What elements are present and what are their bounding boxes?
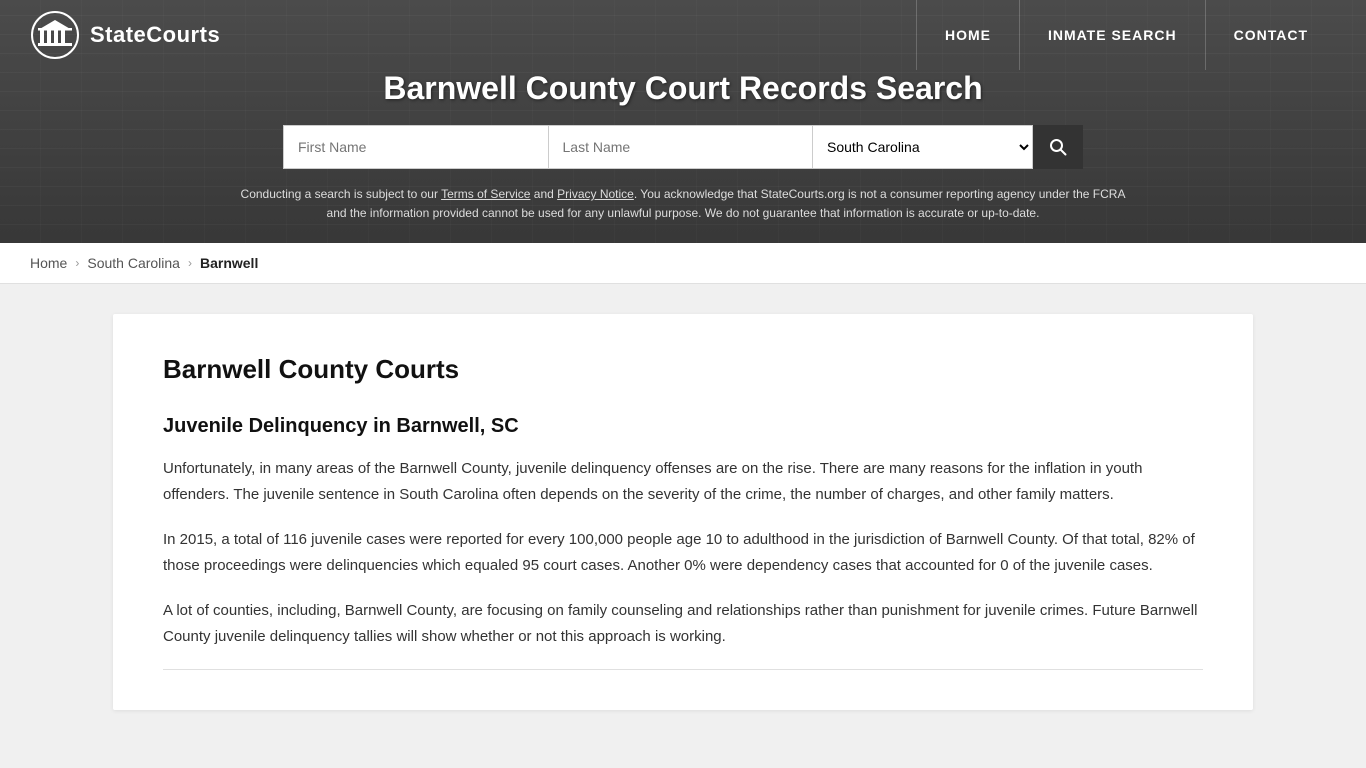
breadcrumb-sep-1: ›: [75, 256, 79, 270]
breadcrumb-home[interactable]: Home: [30, 255, 67, 271]
breadcrumb-county: Barnwell: [200, 255, 258, 271]
search-button[interactable]: [1033, 125, 1083, 169]
header-content: Barnwell County Court Records Search Sel…: [0, 70, 1366, 243]
section-para-3: A lot of counties, including, Barnwell C…: [163, 598, 1203, 649]
search-icon: [1049, 138, 1067, 156]
state-select[interactable]: Select State Alabama Alaska Arizona Arka…: [813, 125, 1033, 169]
navigation: StateCourts HOME INMATE SEARCH CONTACT: [0, 0, 1366, 70]
logo-text: StateCourts: [90, 22, 220, 48]
section-heading-1: Juvenile Delinquency in Barnwell, SC: [163, 415, 1203, 438]
content-card: Barnwell County Courts Juvenile Delinque…: [113, 314, 1253, 710]
nav-contact[interactable]: CONTACT: [1205, 0, 1336, 70]
breadcrumb-state[interactable]: South Carolina: [87, 255, 180, 271]
content-divider: [163, 669, 1203, 670]
logo-icon: [30, 10, 80, 60]
nav-home[interactable]: HOME: [916, 0, 1019, 70]
logo-link[interactable]: StateCourts: [30, 10, 220, 60]
last-name-input[interactable]: [548, 125, 814, 169]
page-heading: Barnwell County Court Records Search: [20, 70, 1346, 107]
section-para-1: Unfortunately, in many areas of the Barn…: [163, 456, 1203, 507]
search-form: Select State Alabama Alaska Arizona Arka…: [283, 125, 1083, 169]
main-content: Barnwell County Courts Juvenile Delinque…: [93, 314, 1273, 710]
terms-link[interactable]: Terms of Service: [441, 187, 530, 201]
section-para-2: In 2015, a total of 116 juvenile cases w…: [163, 527, 1203, 578]
breadcrumb: Home › South Carolina › Barnwell: [0, 243, 1366, 284]
privacy-link[interactable]: Privacy Notice: [557, 187, 634, 201]
nav-inmate-search[interactable]: INMATE SEARCH: [1019, 0, 1205, 70]
disclaimer-text: Conducting a search is subject to our Te…: [233, 185, 1133, 223]
first-name-input[interactable]: [283, 125, 548, 169]
content-title: Barnwell County Courts: [163, 354, 1203, 385]
breadcrumb-sep-2: ›: [188, 256, 192, 270]
nav-links: HOME INMATE SEARCH CONTACT: [916, 0, 1336, 70]
